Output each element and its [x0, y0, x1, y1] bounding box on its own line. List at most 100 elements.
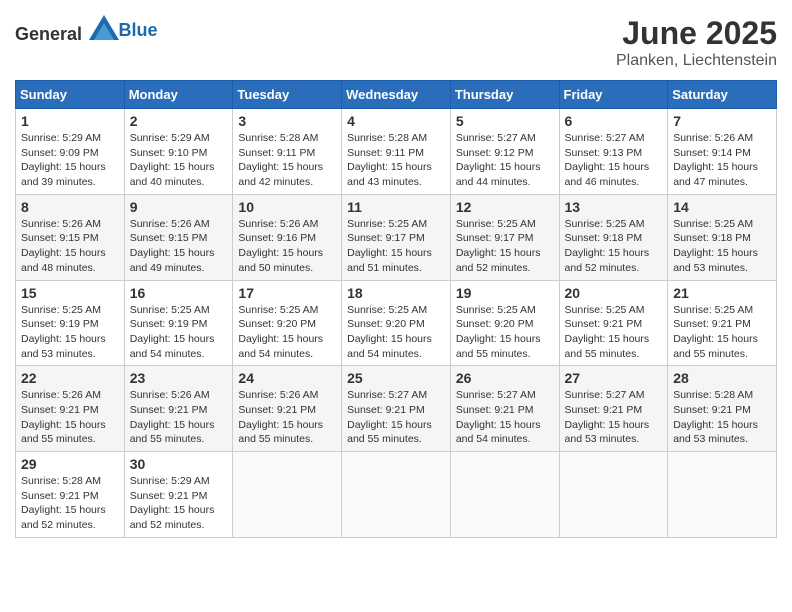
day-info: Sunrise: 5:26 AM Sunset: 9:15 PM Dayligh… — [21, 217, 119, 276]
day-cell-6: 6 Sunrise: 5:27 AM Sunset: 9:13 PM Dayli… — [559, 109, 668, 195]
day-number: 26 — [456, 370, 554, 386]
weekday-header-sunday: Sunday — [16, 81, 125, 109]
day-info: Sunrise: 5:25 AM Sunset: 9:18 PM Dayligh… — [565, 217, 663, 276]
day-cell-23: 23 Sunrise: 5:26 AM Sunset: 9:21 PM Dayl… — [124, 366, 233, 452]
day-number: 6 — [565, 113, 663, 129]
day-cell-7: 7 Sunrise: 5:26 AM Sunset: 9:14 PM Dayli… — [668, 109, 777, 195]
day-number: 8 — [21, 199, 119, 215]
day-number: 1 — [21, 113, 119, 129]
day-info: Sunrise: 5:26 AM Sunset: 9:21 PM Dayligh… — [238, 388, 336, 447]
day-number: 9 — [130, 199, 228, 215]
day-cell-15: 15 Sunrise: 5:25 AM Sunset: 9:19 PM Dayl… — [16, 280, 125, 366]
day-info: Sunrise: 5:25 AM Sunset: 9:21 PM Dayligh… — [565, 303, 663, 362]
day-number: 7 — [673, 113, 771, 129]
day-number: 27 — [565, 370, 663, 386]
day-info: Sunrise: 5:27 AM Sunset: 9:21 PM Dayligh… — [456, 388, 554, 447]
day-info: Sunrise: 5:26 AM Sunset: 9:15 PM Dayligh… — [130, 217, 228, 276]
day-info: Sunrise: 5:28 AM Sunset: 9:11 PM Dayligh… — [347, 131, 445, 190]
day-cell-16: 16 Sunrise: 5:25 AM Sunset: 9:19 PM Dayl… — [124, 280, 233, 366]
day-cell-1: 1 Sunrise: 5:29 AM Sunset: 9:09 PM Dayli… — [16, 109, 125, 195]
day-info: Sunrise: 5:28 AM Sunset: 9:11 PM Dayligh… — [238, 131, 336, 190]
day-info: Sunrise: 5:26 AM Sunset: 9:21 PM Dayligh… — [21, 388, 119, 447]
day-number: 20 — [565, 285, 663, 301]
day-cell-14: 14 Sunrise: 5:25 AM Sunset: 9:18 PM Dayl… — [668, 194, 777, 280]
weekday-header-saturday: Saturday — [668, 81, 777, 109]
title-area: June 2025 Planken, Liechtenstein — [616, 15, 777, 70]
logo-general: General — [15, 24, 82, 44]
weekday-header-friday: Friday — [559, 81, 668, 109]
day-cell-28: 28 Sunrise: 5:28 AM Sunset: 9:21 PM Dayl… — [668, 366, 777, 452]
day-cell-5: 5 Sunrise: 5:27 AM Sunset: 9:12 PM Dayli… — [450, 109, 559, 195]
day-number: 22 — [21, 370, 119, 386]
day-cell-17: 17 Sunrise: 5:25 AM Sunset: 9:20 PM Dayl… — [233, 280, 342, 366]
day-info: Sunrise: 5:29 AM Sunset: 9:21 PM Dayligh… — [130, 474, 228, 533]
day-number: 16 — [130, 285, 228, 301]
day-info: Sunrise: 5:26 AM Sunset: 9:16 PM Dayligh… — [238, 217, 336, 276]
week-row-2: 8 Sunrise: 5:26 AM Sunset: 9:15 PM Dayli… — [16, 194, 777, 280]
day-info: Sunrise: 5:27 AM Sunset: 9:21 PM Dayligh… — [347, 388, 445, 447]
day-info: Sunrise: 5:26 AM Sunset: 9:14 PM Dayligh… — [673, 131, 771, 190]
day-info: Sunrise: 5:27 AM Sunset: 9:21 PM Dayligh… — [565, 388, 663, 447]
logo-blue: Blue — [119, 20, 158, 40]
month-title: June 2025 — [616, 15, 777, 52]
day-number: 15 — [21, 285, 119, 301]
day-cell-22: 22 Sunrise: 5:26 AM Sunset: 9:21 PM Dayl… — [16, 366, 125, 452]
day-info: Sunrise: 5:28 AM Sunset: 9:21 PM Dayligh… — [673, 388, 771, 447]
day-number: 28 — [673, 370, 771, 386]
day-cell-12: 12 Sunrise: 5:25 AM Sunset: 9:17 PM Dayl… — [450, 194, 559, 280]
day-number: 24 — [238, 370, 336, 386]
week-row-5: 29 Sunrise: 5:28 AM Sunset: 9:21 PM Dayl… — [16, 452, 777, 538]
day-number: 25 — [347, 370, 445, 386]
day-info: Sunrise: 5:25 AM Sunset: 9:18 PM Dayligh… — [673, 217, 771, 276]
day-cell-24: 24 Sunrise: 5:26 AM Sunset: 9:21 PM Dayl… — [233, 366, 342, 452]
day-number: 2 — [130, 113, 228, 129]
day-info: Sunrise: 5:25 AM Sunset: 9:19 PM Dayligh… — [21, 303, 119, 362]
day-cell-25: 25 Sunrise: 5:27 AM Sunset: 9:21 PM Dayl… — [342, 366, 451, 452]
day-number: 30 — [130, 456, 228, 472]
day-number: 10 — [238, 199, 336, 215]
day-info: Sunrise: 5:25 AM Sunset: 9:20 PM Dayligh… — [456, 303, 554, 362]
day-info: Sunrise: 5:27 AM Sunset: 9:12 PM Dayligh… — [456, 131, 554, 190]
day-number: 11 — [347, 199, 445, 215]
day-cell-29: 29 Sunrise: 5:28 AM Sunset: 9:21 PM Dayl… — [16, 452, 125, 538]
empty-cell — [342, 452, 451, 538]
day-cell-26: 26 Sunrise: 5:27 AM Sunset: 9:21 PM Dayl… — [450, 366, 559, 452]
day-cell-27: 27 Sunrise: 5:27 AM Sunset: 9:21 PM Dayl… — [559, 366, 668, 452]
day-cell-11: 11 Sunrise: 5:25 AM Sunset: 9:17 PM Dayl… — [342, 194, 451, 280]
day-cell-18: 18 Sunrise: 5:25 AM Sunset: 9:20 PM Dayl… — [342, 280, 451, 366]
day-number: 18 — [347, 285, 445, 301]
day-number: 12 — [456, 199, 554, 215]
day-info: Sunrise: 5:26 AM Sunset: 9:21 PM Dayligh… — [130, 388, 228, 447]
day-info: Sunrise: 5:25 AM Sunset: 9:20 PM Dayligh… — [347, 303, 445, 362]
day-cell-30: 30 Sunrise: 5:29 AM Sunset: 9:21 PM Dayl… — [124, 452, 233, 538]
weekday-header-row: SundayMondayTuesdayWednesdayThursdayFrid… — [16, 81, 777, 109]
logo: General Blue — [15, 15, 158, 45]
empty-cell — [668, 452, 777, 538]
day-info: Sunrise: 5:28 AM Sunset: 9:21 PM Dayligh… — [21, 474, 119, 533]
day-number: 3 — [238, 113, 336, 129]
weekday-header-tuesday: Tuesday — [233, 81, 342, 109]
day-info: Sunrise: 5:25 AM Sunset: 9:21 PM Dayligh… — [673, 303, 771, 362]
day-number: 4 — [347, 113, 445, 129]
day-number: 14 — [673, 199, 771, 215]
week-row-1: 1 Sunrise: 5:29 AM Sunset: 9:09 PM Dayli… — [16, 109, 777, 195]
day-info: Sunrise: 5:25 AM Sunset: 9:17 PM Dayligh… — [347, 217, 445, 276]
location-title: Planken, Liechtenstein — [616, 52, 777, 70]
day-info: Sunrise: 5:29 AM Sunset: 9:09 PM Dayligh… — [21, 131, 119, 190]
day-cell-19: 19 Sunrise: 5:25 AM Sunset: 9:20 PM Dayl… — [450, 280, 559, 366]
empty-cell — [233, 452, 342, 538]
logo-icon — [89, 15, 119, 40]
day-cell-3: 3 Sunrise: 5:28 AM Sunset: 9:11 PM Dayli… — [233, 109, 342, 195]
week-row-4: 22 Sunrise: 5:26 AM Sunset: 9:21 PM Dayl… — [16, 366, 777, 452]
day-cell-9: 9 Sunrise: 5:26 AM Sunset: 9:15 PM Dayli… — [124, 194, 233, 280]
day-cell-10: 10 Sunrise: 5:26 AM Sunset: 9:16 PM Dayl… — [233, 194, 342, 280]
day-number: 29 — [21, 456, 119, 472]
empty-cell — [450, 452, 559, 538]
day-cell-8: 8 Sunrise: 5:26 AM Sunset: 9:15 PM Dayli… — [16, 194, 125, 280]
empty-cell — [559, 452, 668, 538]
day-info: Sunrise: 5:29 AM Sunset: 9:10 PM Dayligh… — [130, 131, 228, 190]
day-cell-4: 4 Sunrise: 5:28 AM Sunset: 9:11 PM Dayli… — [342, 109, 451, 195]
day-info: Sunrise: 5:25 AM Sunset: 9:20 PM Dayligh… — [238, 303, 336, 362]
calendar-table: SundayMondayTuesdayWednesdayThursdayFrid… — [15, 80, 777, 538]
day-number: 23 — [130, 370, 228, 386]
